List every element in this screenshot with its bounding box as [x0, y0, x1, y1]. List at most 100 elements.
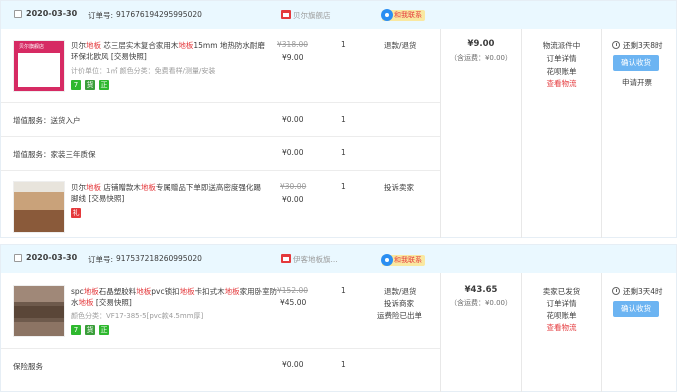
unit-price: ¥9.00: [282, 53, 304, 62]
title-text: 贝尔: [71, 41, 86, 50]
countdown: 还剩3天4时: [623, 287, 663, 296]
divider: [601, 29, 602, 238]
shipping-insurance-link[interactable]: 运费险已出单: [377, 310, 422, 321]
original-price: ¥30.00: [280, 182, 307, 191]
service-label: 增值服务：家装三年质保: [13, 150, 96, 159]
shipping-fee: （含运费：¥0.00）: [449, 299, 513, 307]
unit-price: ¥0.00: [282, 195, 304, 204]
order-checkbox[interactable]: [14, 10, 22, 18]
order-number: 917537218260995020: [116, 254, 202, 263]
title-keyword: 地板: [86, 41, 101, 50]
order-number-label: 订单号:: [88, 11, 114, 20]
order-header: 2020-03-30 订单号: 917537218260995020 伊客地板旗…: [1, 245, 676, 273]
contact-label: 和我联系: [394, 256, 422, 264]
refund-link[interactable]: 退款/退货: [384, 286, 417, 297]
title-keyword: 地板: [86, 183, 101, 192]
contact-label: 和我联系: [394, 11, 422, 19]
wangwang-icon: [381, 9, 393, 21]
thumb-plank: [14, 322, 64, 336]
title-text: 石晶塑胶料: [98, 287, 137, 296]
order-total: ¥9.00: [467, 39, 495, 49]
invoice-link[interactable]: 申请开票: [622, 77, 652, 88]
service-qty: 1: [341, 148, 346, 157]
snapshot-link[interactable]: [交易快照]: [96, 298, 132, 307]
thumb-wall: [14, 182, 64, 192]
thumb-banner: 贝尔旗舰店: [19, 44, 45, 50]
thumb-panel: [18, 53, 60, 87]
order-detail-link[interactable]: 订单详情: [522, 298, 601, 309]
complain-link[interactable]: 投诉卖家: [384, 182, 414, 193]
service-label: 增值服务：送货入户: [13, 116, 81, 125]
order-detail-link[interactable]: 订单详情: [522, 53, 601, 64]
title-text: 卡扣式木: [194, 287, 225, 296]
seven-day-return-badge: 7: [71, 80, 81, 90]
delivery-badge: 货: [85, 325, 95, 335]
product-spec: 颜色分类：VF17-385-5[pvc款4.5mm厚]: [71, 312, 204, 320]
clock-icon: [612, 287, 620, 295]
title-text: 芯三层实木复合家用木: [101, 41, 179, 50]
clock-icon: [612, 41, 620, 49]
product-spec: 计价单位：1㎡ 颜色分类：免费看样/测量/安装: [71, 67, 216, 75]
order-date: 2020-03-30: [26, 9, 78, 18]
snapshot-link[interactable]: [交易快照]: [111, 52, 147, 61]
confirm-receipt-button[interactable]: 确认收货: [613, 301, 659, 317]
contact-seller-button[interactable]: 和我联系: [381, 9, 425, 21]
product-image[interactable]: [13, 285, 65, 337]
product-title[interactable]: spc地板石晶塑胶料地板pvc锁扣地板卡扣式木地板家用卧室防水地板 [交易快照]: [71, 286, 283, 308]
contact-seller-button[interactable]: 和我联系: [381, 254, 425, 266]
divider: [601, 273, 602, 392]
snapshot-link[interactable]: [交易快照]: [88, 194, 124, 203]
order-number: 917676194295995020: [116, 10, 202, 19]
product-image[interactable]: [13, 181, 65, 233]
title-text: 店铺赠款木: [101, 183, 141, 192]
order-status: 物流派件中: [542, 41, 581, 50]
quantity: 1: [341, 182, 346, 191]
product-title[interactable]: 贝尔地板 芯三层实木复合家用木地板15mm 地热防水耐磨环保北欧风 [交易快照]: [71, 40, 266, 62]
view-logistics-link[interactable]: 查看物流: [522, 322, 601, 333]
quantity: 1: [341, 40, 346, 49]
complain-link[interactable]: 投诉商家: [384, 298, 414, 309]
order-status: 卖家已发货: [542, 287, 581, 296]
original-price: ¥152.00: [277, 286, 309, 295]
thumb-plank: [14, 306, 64, 318]
order-checkbox[interactable]: [14, 254, 22, 262]
unit-price: ¥45.00: [280, 298, 307, 307]
shop-icon: [281, 254, 291, 263]
order-card: 2020-03-30 订单号: 917537218260995020 伊客地板旗…: [0, 244, 677, 392]
shop-name[interactable]: 贝尔旗舰店: [293, 10, 331, 21]
title-keyword: 地板: [224, 287, 240, 296]
product-image[interactable]: 贝尔旗舰店: [13, 40, 65, 92]
shop-name[interactable]: 伊客地板旗...: [293, 254, 338, 265]
wangwang-icon: [381, 254, 393, 266]
row-divider: [1, 136, 440, 137]
service-price: ¥0.00: [282, 148, 304, 157]
refund-link[interactable]: 退款/退货: [384, 40, 417, 51]
original-price: ¥318.00: [277, 40, 309, 49]
row-divider: [1, 348, 440, 349]
seven-day-return-badge: 7: [71, 325, 81, 335]
order-number-label: 订单号:: [88, 255, 114, 264]
service-price: ¥0.00: [282, 115, 304, 124]
title-keyword: 地板: [178, 41, 194, 50]
huabei-bill-link[interactable]: 花呗账单: [522, 66, 601, 77]
delivery-badge: 货: [85, 80, 95, 90]
shop-icon: [281, 10, 291, 19]
confirm-receipt-button[interactable]: 确认收货: [613, 55, 659, 71]
title-text: spc: [71, 287, 84, 296]
order-date: 2020-03-30: [26, 253, 78, 262]
huabei-bill-link[interactable]: 花呗账单: [522, 310, 601, 321]
title-keyword: 地板: [78, 298, 94, 307]
service-price: ¥0.00: [282, 360, 304, 369]
service-label: 保险服务: [13, 362, 43, 371]
view-logistics-link[interactable]: 查看物流: [522, 78, 601, 89]
title-keyword: 地板: [140, 183, 156, 192]
row-divider: [1, 102, 440, 103]
title-text: pvc锁扣: [151, 287, 180, 296]
service-qty: 1: [341, 115, 346, 124]
title-keyword: 地板: [179, 287, 195, 296]
service-qty: 1: [341, 360, 346, 369]
order-card: 2020-03-30 订单号: 917676194295995020 贝尔旗舰店…: [0, 0, 677, 238]
order-total: ¥43.65: [464, 285, 498, 295]
thumb-floor: [14, 210, 64, 232]
product-title[interactable]: 贝尔地板 店铺赠款木地板专属赠品下单即送高密度强化踢脚线 [交易快照]: [71, 182, 266, 204]
